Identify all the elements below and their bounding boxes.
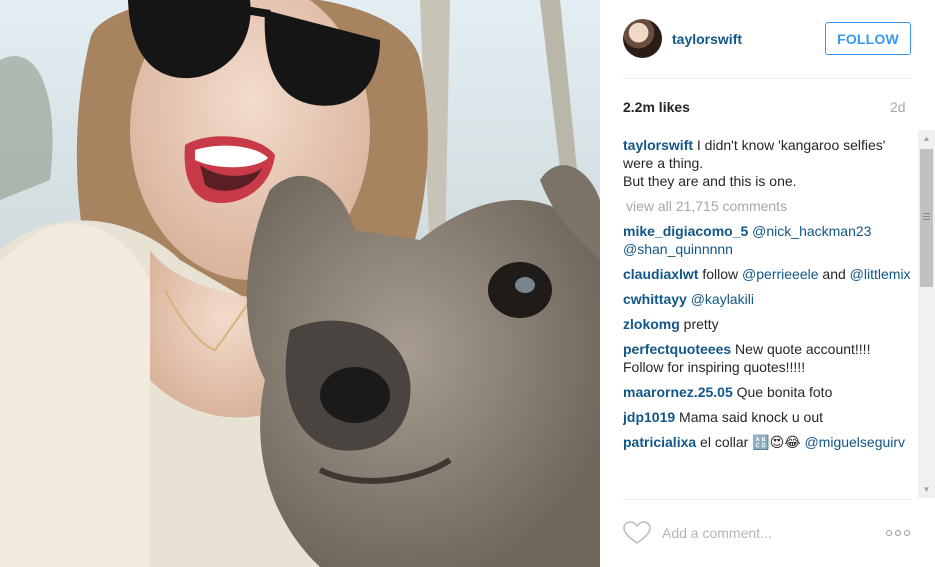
comment-username[interactable]: patricialixa (623, 434, 696, 450)
grip-icon (923, 213, 930, 214)
likes-count[interactable]: 2.2m likes (623, 99, 690, 115)
comment-username[interactable]: claudiaxlwt (623, 266, 698, 282)
comment-text: Que bonita foto (736, 384, 833, 400)
comment-text: Mama said knock u out (679, 409, 823, 425)
post-header: taylorswift FOLLOW (600, 0, 935, 78)
comment-mention[interactable]: @miguelseguirv (804, 434, 905, 450)
comment-mention[interactable]: @perrieeele (742, 266, 818, 282)
comment-text: follow (702, 266, 739, 282)
scroll-up-arrow-icon[interactable]: ▲ (918, 130, 935, 147)
list-item: perfectquoteees New quote account!!!! Fo… (623, 340, 911, 376)
scrollbar-thumb[interactable] (920, 149, 933, 287)
follow-button[interactable]: FOLLOW (825, 22, 911, 55)
dot-icon (886, 530, 892, 536)
list-item: claudiaxlwt follow @perrieeele and @litt… (623, 265, 911, 283)
more-options-icon[interactable] (886, 527, 912, 539)
caption-text-2: But they are and this is one. (623, 173, 797, 189)
heart-icon[interactable] (623, 521, 651, 545)
divider (623, 499, 911, 500)
comment-username[interactable]: jdp1019 (623, 409, 675, 425)
list-item: cwhittayy @kaylakili (623, 290, 911, 308)
list-item: zlokomg pretty (623, 315, 911, 333)
dot-icon (895, 530, 901, 536)
comment-text: el collar 🔠😍😂 (700, 434, 801, 450)
username-link[interactable]: taylorswift (672, 31, 742, 47)
post-time[interactable]: 2d (890, 99, 906, 115)
list-item: patricialixa el collar 🔠😍😂 @miguelseguir… (623, 433, 911, 451)
view-all-comments-link[interactable]: view all 21,715 comments (623, 197, 911, 215)
post-photo[interactable] (0, 0, 600, 567)
list-item: mike_digiacomo_5 @nick_hackman23 @shan_q… (623, 222, 911, 258)
comment-text: and (822, 266, 846, 282)
caption: taylorswift I didn't know 'kangaroo self… (623, 136, 911, 190)
comment-input[interactable] (662, 521, 862, 545)
comment-username[interactable]: perfectquoteees (623, 341, 731, 357)
comments-scrollbar[interactable]: ▲ ▼ (918, 130, 935, 498)
scroll-down-arrow-icon[interactable]: ▼ (918, 481, 935, 498)
post-details-panel: taylorswift FOLLOW 2.2m likes 2d taylors… (600, 0, 935, 567)
comment-username[interactable]: cwhittayy (623, 291, 687, 307)
avatar[interactable] (623, 19, 662, 58)
comment-mention[interactable]: @littlemix (850, 266, 911, 282)
comments-list: taylorswift I didn't know 'kangaroo self… (623, 136, 911, 498)
divider (623, 78, 911, 79)
comment-text: pretty (683, 316, 719, 332)
comment-mention[interactable]: @kaylakili (691, 291, 754, 307)
dot-icon (904, 530, 910, 536)
comment-username[interactable]: mike_digiacomo_5 (623, 223, 748, 239)
comment-username[interactable]: maarornez.25.05 (623, 384, 733, 400)
list-item: jdp1019 Mama said knock u out (623, 408, 911, 426)
comment-username[interactable]: zlokomg (623, 316, 680, 332)
kangaroo-selfie-image (0, 0, 600, 567)
list-item: maarornez.25.05 Que bonita foto (623, 383, 911, 401)
caption-username[interactable]: taylorswift (623, 137, 693, 153)
